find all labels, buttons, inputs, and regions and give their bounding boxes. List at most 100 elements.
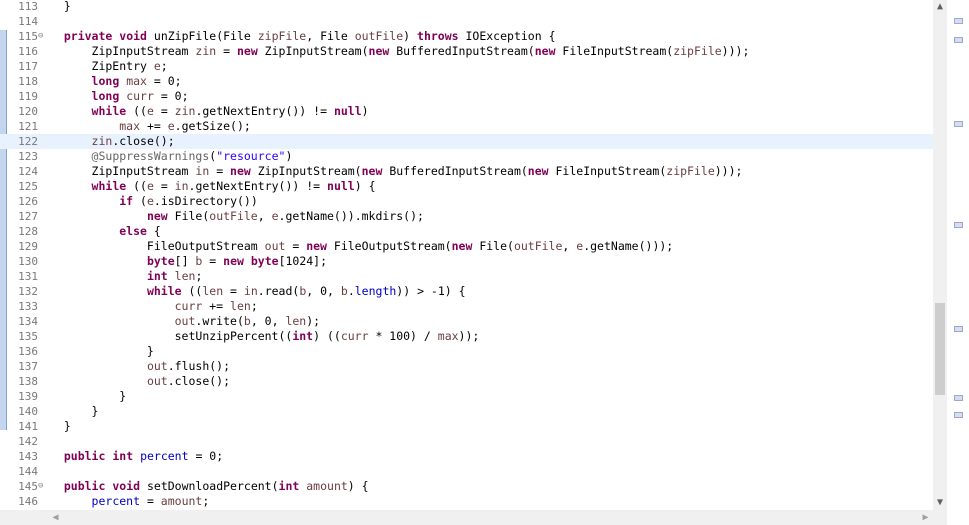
code-token: [1024]; [278, 254, 328, 268]
code-line[interactable]: 119 long curr = 0; [0, 89, 933, 104]
line-number: 121 [18, 120, 38, 133]
code-line[interactable]: 132 while ((len = in.read(b, 0, b.length… [0, 284, 933, 299]
code-token: new [527, 164, 549, 178]
code-token: len [202, 284, 224, 298]
code-token: outFile [354, 29, 404, 43]
code-token: ) [403, 29, 418, 43]
code-token: zin [174, 104, 196, 118]
code-line[interactable]: 114 [0, 14, 933, 29]
code-token: = [285, 239, 307, 253]
horizontal-scrollbar[interactable]: ◀ ▶ [0, 510, 933, 525]
code-text: } [50, 389, 126, 404]
code-token: @SuppressWarnings [91, 149, 210, 163]
code-line[interactable]: 136 } [0, 344, 933, 359]
code-line[interactable]: 142 [0, 434, 933, 449]
code-token: zin [195, 44, 217, 58]
code-text: ZipInputStream zin = new ZipInputStream(… [50, 44, 750, 59]
code-token: e [153, 59, 161, 73]
code-line[interactable]: 122 zin.close(); [0, 134, 933, 149]
line-number: 137 [18, 360, 38, 373]
overview-marker[interactable] [954, 412, 963, 418]
code-text: out.flush(); [50, 359, 230, 374]
code-line[interactable]: 116 ZipInputStream zin = new ZipInputStr… [0, 44, 933, 59]
minus-circle-icon[interactable]: ⊖ [38, 482, 47, 491]
code-line[interactable]: 145 ⊖ public void setDownloadPercent(int … [0, 479, 933, 494]
code-token: if [119, 194, 134, 208]
code-line[interactable]: 140 } [0, 404, 933, 419]
overview-marker[interactable] [954, 222, 963, 228]
code-token: , 0, [306, 284, 341, 298]
code-token: ); [306, 314, 321, 328]
overview-marker[interactable] [954, 121, 963, 127]
code-token: , [562, 239, 577, 253]
code-text: FileOutputStream out = new FileOutputStr… [50, 239, 673, 254]
code-line[interactable]: 126 if (e.isDirectory()) [0, 194, 933, 209]
code-token: FileInputStream( [555, 44, 674, 58]
code-token: { [146, 224, 161, 238]
code-line[interactable]: 129 FileOutputStream out = new FileOutpu… [0, 239, 933, 254]
code-line[interactable]: 115 ⊖ private void unZipFile(File zipFile… [0, 29, 933, 44]
code-line[interactable]: 130 byte[] b = new byte[1024]; [0, 254, 933, 269]
chevron-right-icon[interactable]: ▶ [918, 510, 933, 525]
code-token: = 0; [188, 449, 224, 463]
code-line[interactable]: 124 ZipInputStream in = new ZipInputStre… [0, 164, 933, 179]
code-token: = [153, 104, 175, 118]
code-token: public [63, 449, 106, 463]
code-line[interactable]: 118 long max = 0; [0, 74, 933, 89]
code-line[interactable]: 117 ZipEntry e; [0, 59, 933, 74]
code-line[interactable]: 121 max += e.getSize(); [0, 119, 933, 134]
code-line[interactable]: 141 } [0, 419, 933, 434]
code-line[interactable]: 127 new File(outFile, e.getName()).mkdir… [0, 209, 933, 224]
code-token: curr [126, 89, 154, 103]
chevron-up-icon[interactable]: ▲ [933, 0, 947, 14]
overview-ruler[interactable] [947, 0, 969, 525]
code-token: .write( [195, 314, 244, 328]
code-text: new File(outFile, e.getName()).mkdirs(); [50, 209, 424, 224]
chevron-left-icon[interactable]: ◀ [48, 510, 63, 525]
code-line[interactable]: 135 setUnzipPercent((int) ((curr * 100) … [0, 329, 933, 344]
code-token: .getNextEntry()) != [188, 179, 328, 193]
code-line[interactable]: 134 out.write(b, 0, len); [0, 314, 933, 329]
code-line[interactable]: 146 percent = amount; [0, 494, 933, 509]
code-text: while ((e = zin.getNextEntry()) != null) [50, 104, 369, 119]
chevron-down-icon[interactable]: ▼ [933, 496, 947, 510]
line-number: 124 [18, 165, 38, 178]
code-token: ZipInputStream( [257, 44, 369, 58]
code-token: File( [472, 239, 514, 253]
overview-marker[interactable] [954, 18, 963, 24]
vertical-scroll-thumb[interactable] [935, 303, 945, 395]
code-line[interactable]: 113 } [0, 0, 933, 14]
code-token: e [271, 209, 279, 223]
code-token: private [63, 29, 113, 43]
code-line[interactable]: 131 int len; [0, 269, 933, 284]
code-line[interactable]: 144 [0, 464, 933, 479]
code-token: } [50, 389, 127, 403]
line-number: 140 [18, 405, 38, 418]
code-text: while ((len = in.read(b, 0, b.length)) >… [50, 284, 466, 299]
code-line[interactable]: 123 @SuppressWarnings("resource") [0, 149, 933, 164]
code-line[interactable]: 137 out.flush(); [0, 359, 933, 374]
code-line[interactable]: 139 } [0, 389, 933, 404]
code-line[interactable]: 120 while ((e = zin.getNextEntry()) != n… [0, 104, 933, 119]
overview-marker[interactable] [954, 326, 963, 332]
vertical-scrollbar[interactable]: ▲ ▼ [933, 0, 947, 510]
code-line[interactable]: 138 out.close(); [0, 374, 933, 389]
code-area[interactable]: 113 } 114 115 ⊖ private void unZipFile(File… [0, 0, 933, 510]
code-line[interactable]: 125 while ((e = in.getNextEntry()) != nu… [0, 179, 933, 194]
overview-marker[interactable] [954, 395, 963, 401]
overview-marker[interactable] [954, 37, 963, 43]
code-text: private void unZipFile(File zipFile, Fil… [50, 29, 556, 44]
code-line[interactable]: 128 else { [0, 224, 933, 239]
code-line[interactable]: 133 curr += len; [0, 299, 933, 314]
code-line[interactable]: 143 public int percent = 0; [0, 449, 933, 464]
code-editor[interactable]: 113 } 114 115 ⊖ private void unZipFile(File… [0, 0, 969, 525]
code-token: length [354, 284, 397, 298]
code-token: zipFile [257, 29, 307, 43]
minus-circle-icon[interactable]: ⊖ [38, 32, 47, 41]
